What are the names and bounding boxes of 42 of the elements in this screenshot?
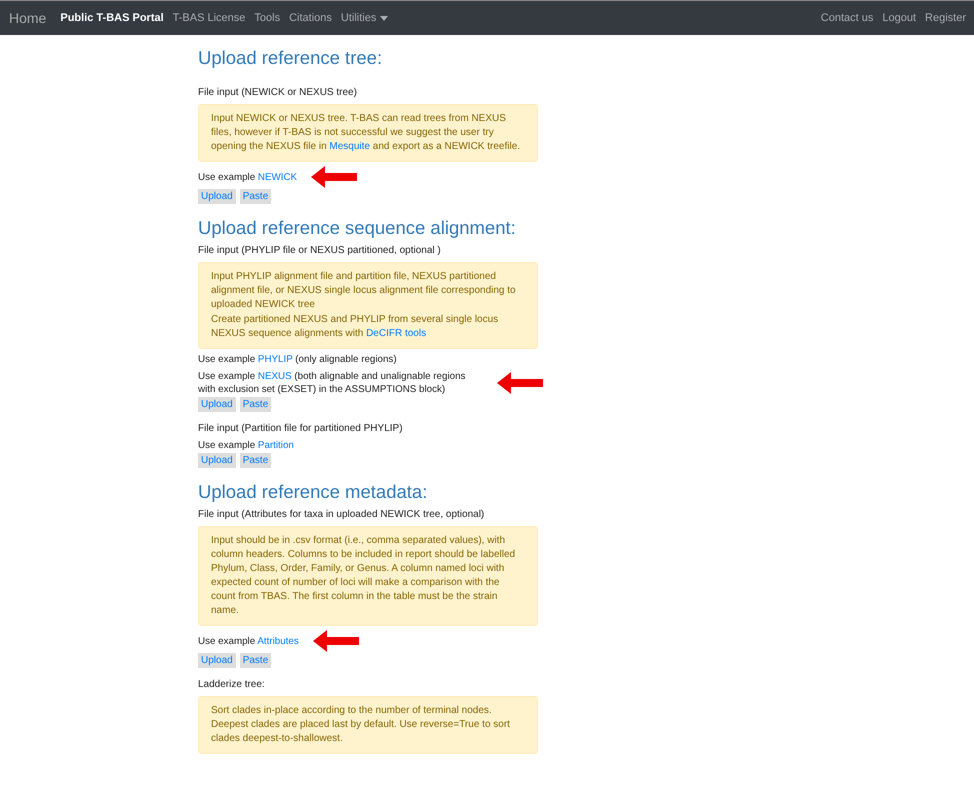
upload-action-button[interactable]: Paste [240,189,272,204]
nav-link[interactable]: Public T-BAS Portal [60,12,164,24]
upload-action-button[interactable]: Upload [198,189,236,204]
upload-action-button[interactable]: Upload [198,653,236,668]
nav-link[interactable]: Register [925,12,966,24]
home-link[interactable]: Home [9,10,46,26]
example-text: Use example Attributes [198,634,299,648]
nav-link[interactable]: Tools [254,12,280,24]
example-text: Use example PHYLIP (only alignable regions) [198,353,397,366]
nav-link[interactable]: Citations [289,12,332,24]
link[interactable]: NEXUS [258,371,292,382]
note-text: Create partitioned NEXUS and PHYLIP from several single locus NEXUS sequence alignments with DeCIFR tools [211,313,500,341]
nav-link[interactable]: Contact us [820,12,874,24]
note-text: Input PHYLIP alignment file and partition file, NEXUS partitioned alignment file, or NEXUS single locus alignment file corresponding to uploaded NEWICK tree [211,270,517,312]
nav-link[interactable]: Logout [882,12,916,24]
upload-action-button[interactable]: Upload [198,397,236,412]
field-label: Ladderize tree: [198,678,266,691]
nav-link[interactable]: T-BAS License [172,12,246,24]
field-label: File input (Partition file for partitioned PHYLIP) [198,422,404,435]
example-text: Use example NEXUS (both alignable and unalignable regions with exclusion set (EXSET) in the ASSUMPTIONS block) [198,370,466,396]
field-label: File input (Attributes for taxa in uploaded NEWICK tree, optional) [198,508,486,521]
link[interactable]: PHYLIP [258,354,293,365]
note-text: Sort clades in-place according to the number of terminal nodes. Deepest clades are placed last by default. Use reverse=True to sort clades deepest-to-shallowest. [211,704,511,746]
field-label: File input (NEWICK or NEXUS tree) [198,86,358,99]
nav-link[interactable]: Utilities [340,12,388,24]
section-heading: Upload reference tree: [198,48,384,68]
note-text: Input NEWICK or NEXUS tree. T-BAS can read trees from NEXUS files, however if T-BAS is not successful we suggest the user try opening the NEXUS file in Mesquite and export as a NEWICK treefile. [211,112,522,154]
upload-action-button[interactable]: Paste [240,653,272,668]
field-label: File input (PHYLIP file or NEXUS partitioned, optional ) [198,244,442,257]
upload-action-button[interactable]: Upload [198,453,236,468]
link[interactable]: Partition [258,440,294,451]
section-heading: Upload reference sequence alignment: [198,218,517,238]
upload-action-button[interactable]: Paste [240,397,272,412]
upload-action-button[interactable]: Paste [240,453,272,468]
section-heading: Upload reference metadata: [198,482,428,502]
link[interactable]: NEWICK [258,172,298,182]
link[interactable]: Mesquite [329,141,370,152]
link[interactable]: Attributes [257,636,299,646]
example-text: Use example Partition [198,439,294,452]
example-text: Use example NEWICK [198,170,298,184]
note-text: Input should be in .csv format (i.e., comma separated values), with column headers. Columns to be included in report should be labelled Phylum, Class, Order, Family, or Genus. A column named loci with expected count of number of loci will make a comparison with the count from TBAS. The first column in the table must be the strain name. [211,534,516,618]
link[interactable]: DeCIFR tools [366,328,426,339]
